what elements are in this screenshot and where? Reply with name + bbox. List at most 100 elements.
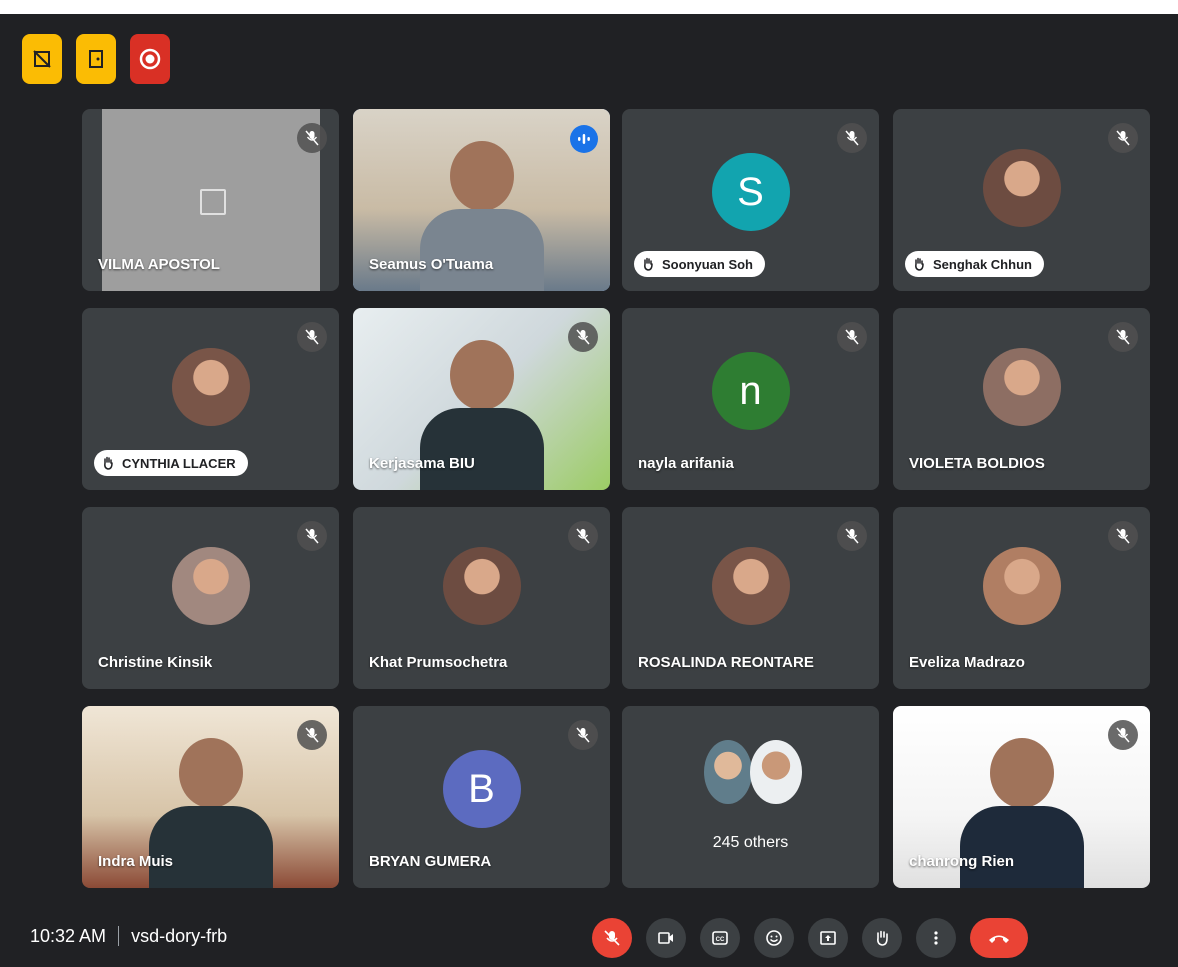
- avatar: [982, 547, 1061, 625]
- raised-hand-label: Soonyuan Soh: [634, 251, 765, 277]
- present-button[interactable]: [808, 918, 848, 958]
- meeting-info: 10:32 AM vsd-dory-frb: [30, 926, 227, 947]
- person-figure: [449, 141, 514, 211]
- raised-hand-label: CYNTHIA LLACER: [94, 450, 248, 476]
- participant-tile[interactable]: Indra Muis: [82, 706, 339, 888]
- meeting-time: 10:32 AM: [30, 926, 107, 946]
- participant-tile[interactable]: Eveliza Madrazo: [893, 507, 1150, 689]
- avatar: n: [711, 352, 790, 430]
- mic-off-icon: [576, 727, 590, 743]
- avatar-letter: S: [737, 169, 764, 214]
- avatar: [711, 547, 790, 625]
- end-call-button[interactable]: [970, 918, 1028, 958]
- mic-off-icon: [305, 329, 319, 345]
- avatar-letter: B: [468, 766, 495, 811]
- participant-tile[interactable]: B BRYAN GUMERA: [353, 706, 610, 888]
- avatar: [171, 547, 250, 625]
- participant-tile[interactable]: CYNTHIA LLACER: [82, 308, 339, 490]
- participant-tile[interactable]: Christine Kinsik: [82, 507, 339, 689]
- participant-name: ROSALINDA REONTARE: [638, 654, 814, 671]
- muted-indicator: [1108, 123, 1138, 153]
- speaking-indicator: [570, 125, 598, 153]
- mic-off-icon: [305, 528, 319, 544]
- audio-level-icon: [578, 134, 590, 144]
- raised-hand-icon: [104, 456, 113, 470]
- participant-name: Seamus O'Tuama: [369, 256, 494, 273]
- participant-name: VILMA APOSTOL: [98, 256, 220, 273]
- lock-window-icon: [200, 189, 226, 215]
- mic-off-icon: [305, 130, 319, 146]
- person-body: [148, 806, 273, 888]
- no-activity-button[interactable]: [22, 34, 62, 84]
- top-button-group: [22, 34, 170, 84]
- mic-button[interactable]: [592, 918, 632, 958]
- participant-tile[interactable]: VIOLETA BOLDIOS: [893, 308, 1150, 490]
- raise-hand-icon: [877, 930, 888, 946]
- muted-indicator: [1108, 521, 1138, 551]
- more-options-button[interactable]: [916, 918, 956, 958]
- muted-indicator: [297, 720, 327, 750]
- muted-indicator: [837, 521, 867, 551]
- raised-hand-icon: [644, 257, 653, 271]
- mic-off-icon: [576, 329, 590, 345]
- participant-tile[interactable]: VILMA APOSTOL: [82, 109, 339, 291]
- participant-tile[interactable]: Kerjasama BIU: [353, 308, 610, 490]
- muted-indicator: [837, 123, 867, 153]
- participant-name: Indra Muis: [98, 853, 174, 870]
- participant-tile[interactable]: Seamus O'Tuama: [353, 109, 610, 291]
- captions-icon: CC: [712, 931, 728, 945]
- svg-text:CC: CC: [716, 937, 725, 943]
- participant-tile[interactable]: S Soonyuan Soh: [622, 109, 879, 291]
- muted-indicator: [1108, 720, 1138, 750]
- raised-hand-label: Senghak Chhun: [905, 251, 1044, 277]
- avatar: [704, 740, 752, 804]
- avatar-letter: n: [739, 368, 762, 413]
- record-button[interactable]: [130, 34, 170, 84]
- reactions-button[interactable]: [754, 918, 794, 958]
- mic-off-icon: [845, 130, 859, 146]
- participant-tile[interactable]: 245 others: [622, 706, 879, 888]
- muted-indicator: [568, 720, 598, 750]
- muted-indicator: [837, 322, 867, 352]
- door-exit-button[interactable]: [76, 34, 116, 84]
- mic-off-icon: [1116, 130, 1130, 146]
- participant-name: CYNTHIA LLACER: [122, 455, 236, 471]
- record-icon: [139, 48, 161, 70]
- door-exit-icon: [89, 50, 103, 68]
- avatar: [442, 547, 521, 625]
- muted-indicator: [568, 322, 598, 352]
- person-body: [959, 806, 1084, 888]
- muted-indicator: [297, 521, 327, 551]
- person-body: [419, 408, 544, 490]
- mic-off-icon: [305, 727, 319, 743]
- participant-tile[interactable]: Khat Prumsochetra: [353, 507, 610, 689]
- avatar: [982, 149, 1061, 227]
- muted-indicator: [1108, 322, 1138, 352]
- participant-tile[interactable]: ROSALINDA REONTARE: [622, 507, 879, 689]
- camera-button[interactable]: [646, 918, 686, 958]
- participant-tile[interactable]: chanrong Rien: [893, 706, 1150, 888]
- participant-name: nayla arifania: [638, 455, 734, 472]
- meet-window: VILMA APOSTOL Seamus O'Tuama S Soonyuan Soh…: [0, 14, 1178, 967]
- end-call-icon: [989, 935, 1009, 943]
- participant-name: Khat Prumsochetra: [369, 654, 508, 671]
- present-icon: [820, 931, 836, 945]
- participant-name: Kerjasama BIU: [369, 455, 475, 472]
- participant-name: Soonyuan Soh: [662, 256, 753, 272]
- bottom-bar: 10:32 AM vsd-dory-frb CC: [0, 918, 1178, 967]
- avatar: [982, 348, 1061, 426]
- mic-off-icon: [576, 528, 590, 544]
- participant-name: Christine Kinsik: [98, 654, 213, 671]
- raise-hand-button[interactable]: [862, 918, 902, 958]
- captions-button[interactable]: CC: [700, 918, 740, 958]
- mic-off-icon: [1116, 329, 1130, 345]
- others-count: 245 others: [712, 834, 789, 851]
- person-body: [419, 209, 544, 291]
- person-figure: [178, 738, 243, 808]
- person-figure: [449, 340, 514, 410]
- avatar: B: [442, 750, 521, 828]
- mic-off-icon: [1116, 528, 1130, 544]
- participant-tile[interactable]: n nayla arifania: [622, 308, 879, 490]
- participant-tile[interactable]: Senghak Chhun: [893, 109, 1150, 291]
- avatar: S: [711, 153, 790, 231]
